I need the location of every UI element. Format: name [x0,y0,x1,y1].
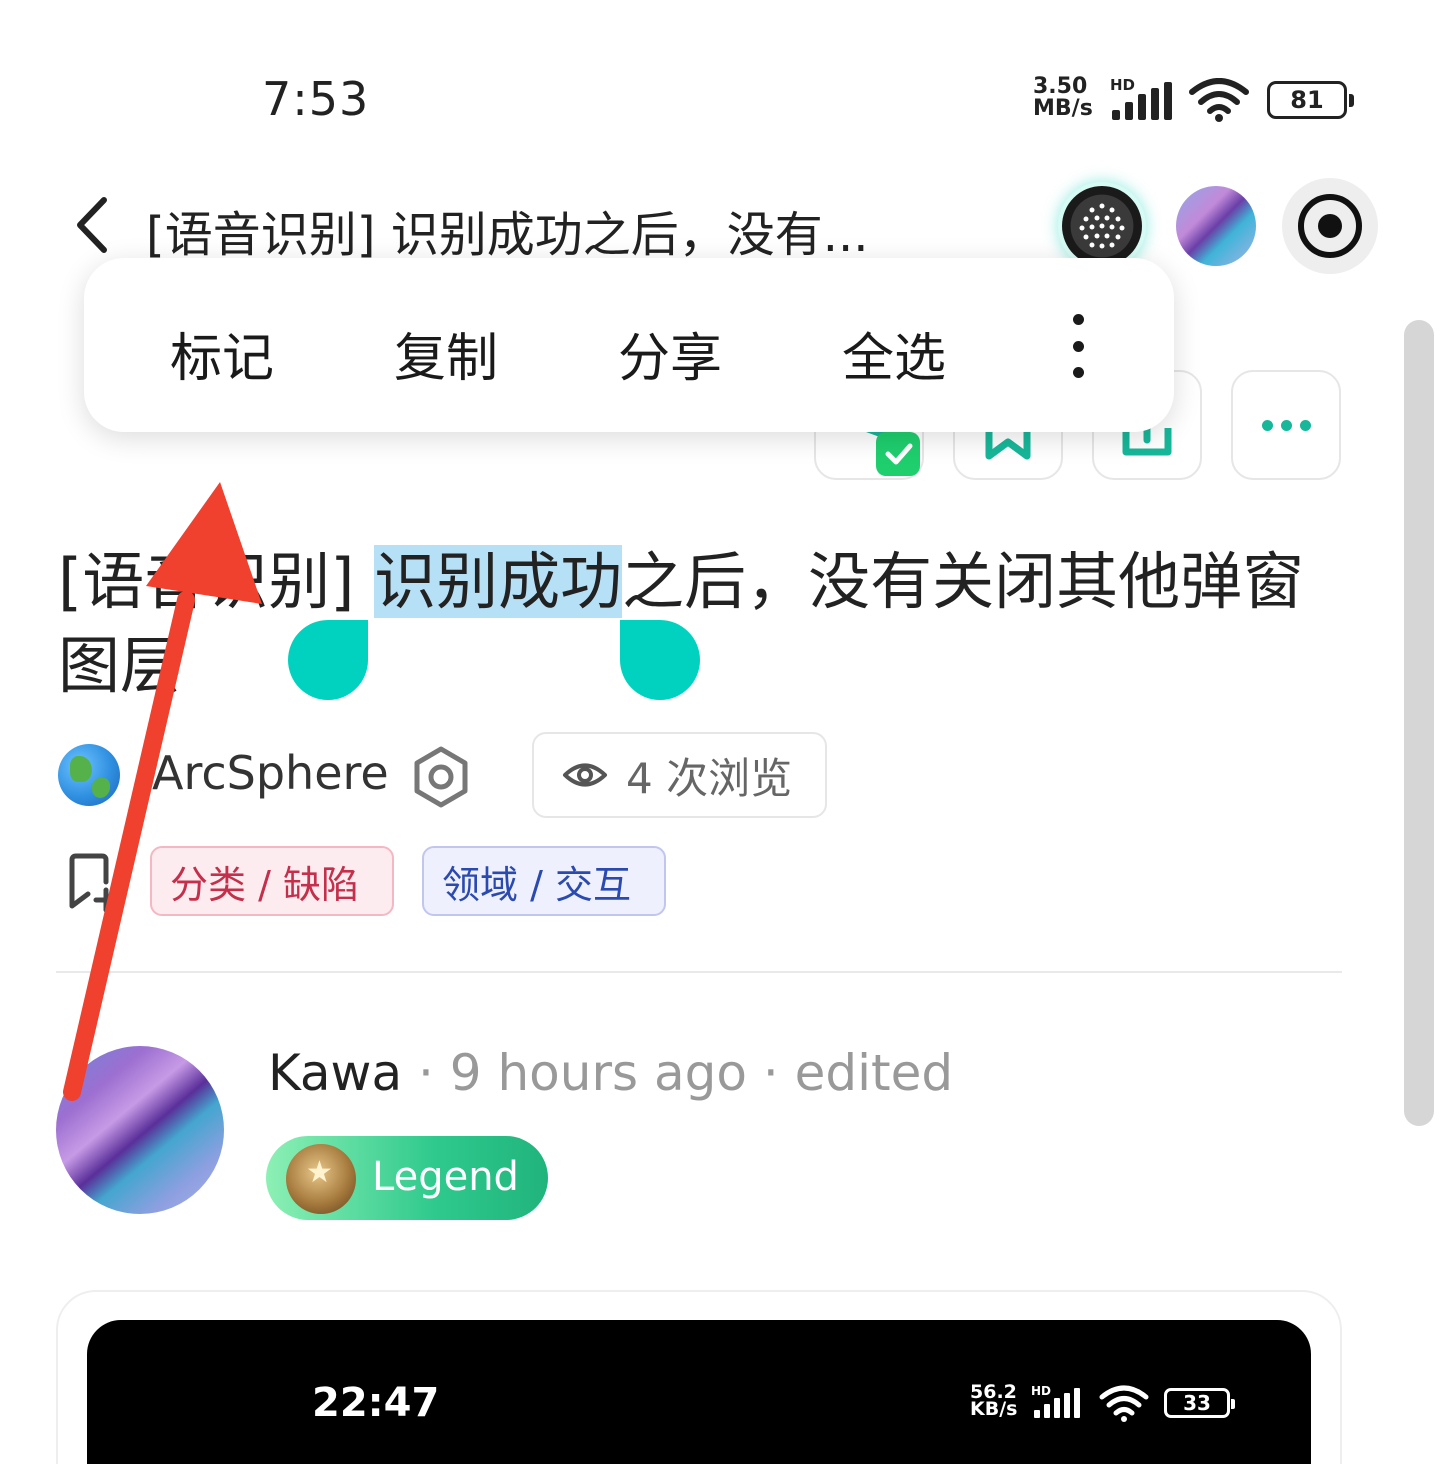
menu-more-icon[interactable] [1068,314,1088,378]
network-speed: 3.50 MB/s [1033,74,1093,121]
comment-time: 9 hours ago [449,1044,747,1102]
legend-label: Legend [372,1154,519,1200]
selected-text[interactable]: 识别成功 [374,545,623,618]
scrollbar[interactable] [1404,320,1434,1126]
menu-item-select-all[interactable]: 全选 [842,316,946,391]
selection-handle-start[interactable] [288,620,368,700]
user-avatar[interactable] [1176,186,1256,266]
menu-item-mark[interactable]: 标记 [170,316,274,391]
comment-author[interactable]: Kawa [268,1044,402,1102]
status-time: 7:53 [262,72,370,126]
embedded-network-speed: 56.2 KB/s [970,1381,1018,1420]
edited-label[interactable]: edited [795,1044,954,1102]
dots-orb-icon [1079,203,1125,249]
tag-category[interactable]: 分类 / 缺陷 [150,846,394,916]
menu-item-copy[interactable]: 复制 [394,316,498,391]
divider [56,971,1342,973]
signal-icon [1112,82,1172,120]
dot [1299,419,1311,431]
menu-item-share[interactable]: 分享 [618,316,722,391]
embedded-wifi-icon [1099,1385,1149,1422]
back-button[interactable] [64,190,124,260]
eye-icon [563,763,607,787]
tag-domain[interactable]: 领域 / 交互 [422,846,666,916]
battery-indicator: 81 [1267,81,1354,119]
legend-badge: Legend [266,1136,548,1220]
more-options-button[interactable] [1231,370,1341,480]
views-count: 4 次浏览 [626,753,793,803]
views-badge: 4 次浏览 [532,732,827,818]
selection-handle-end[interactable] [620,620,700,700]
text-selection-menu: 标记 复制 分享 全选 [84,258,1174,432]
dot [1280,419,1292,431]
wifi-icon [1189,78,1249,122]
dot [1261,419,1273,431]
embedded-signal-icon [1034,1388,1080,1418]
title-text: [语音识别] [58,545,375,618]
ai-assistant-button[interactable] [1062,186,1142,266]
legend-emblem-icon [286,1144,356,1214]
embedded-status-time: 22:47 [312,1380,440,1426]
globe-icon [58,744,120,806]
settings-hex-icon[interactable] [408,744,474,810]
author-name[interactable]: ArcSphere [152,746,389,800]
add-tag-icon[interactable] [66,852,122,912]
comment-meta: Kawa · 9 hours ago · edited [268,1044,954,1102]
page-title: [语音识别] 识别成功之后，没有... [146,207,869,263]
embedded-battery-indicator: 33 [1164,1388,1235,1418]
comment-avatar[interactable] [56,1046,224,1214]
record-button[interactable] [1282,178,1378,274]
article-title[interactable]: [语音识别] 识别成功之后，没有关闭其他弹窗图层 [58,540,1348,708]
